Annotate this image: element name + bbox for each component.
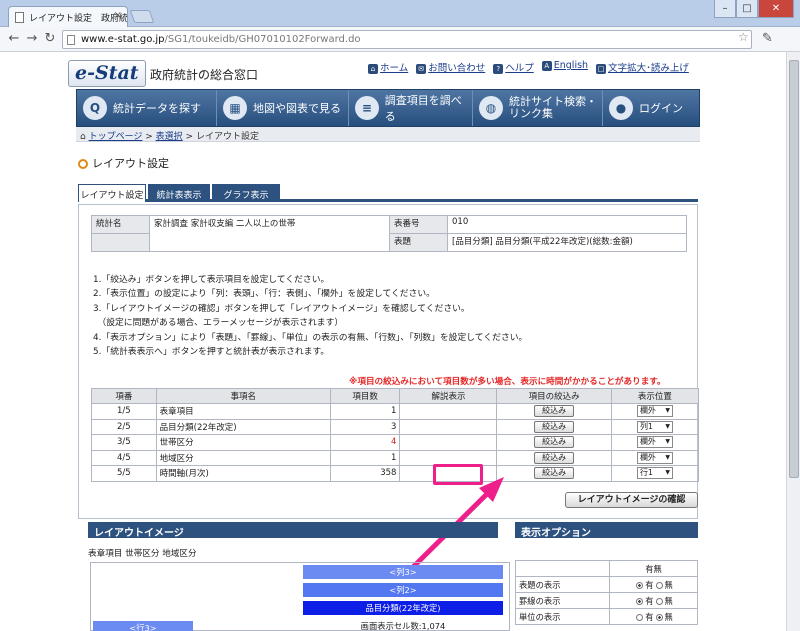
col3-label: <列3>: [303, 565, 503, 579]
display-options-header: 表示オプション: [515, 522, 698, 539]
radio-yes[interactable]: [636, 597, 644, 605]
bookmark-star-icon[interactable]: ☆: [738, 30, 749, 44]
radio-no[interactable]: [655, 613, 663, 621]
page-icon: [15, 12, 24, 23]
forward-icon[interactable]: →: [24, 31, 40, 47]
close-tab-icon[interactable]: ×: [114, 10, 122, 21]
scrollbar-thumb[interactable]: [789, 60, 799, 478]
option-row: 罫線の表示有無: [515, 592, 698, 609]
wrench-icon[interactable]: ✎: [762, 31, 773, 46]
col1-label: 品目分類(22年改定): [303, 601, 503, 615]
window-controls: – □ ✕: [714, 0, 794, 18]
back-icon[interactable]: ←: [6, 31, 22, 47]
web-page: e-Stat 政府統計の総合窓口 ⌂ ホーム ✉ お問い合わせ ? ヘルプ A Engl…: [0, 52, 786, 631]
url-host: www.e-stat.go.jp: [81, 34, 165, 45]
radio-yes[interactable]: [636, 581, 644, 589]
option-row: 単位の表示有無: [515, 608, 698, 625]
browser-tab[interactable]: レイアウト設定 政府統計 ×: [8, 6, 128, 27]
col2-label: <列2>: [303, 583, 503, 597]
new-tab-button[interactable]: [129, 10, 155, 23]
radio-no[interactable]: [655, 597, 663, 605]
row3-label: <行3>: [93, 621, 193, 631]
annotation-arrow: [402, 477, 504, 578]
address-bar[interactable]: www.e-stat.go.jp/SG1/toukeidb/GH07010102…: [62, 30, 752, 49]
maximize-icon[interactable]: □: [736, 0, 758, 18]
cell-count: 画面表示セル数:1,074: [360, 621, 446, 631]
browser-tab-strip: レイアウト設定 政府統計 × – □ ✕: [0, 0, 800, 27]
close-window-icon[interactable]: ✕: [758, 0, 794, 18]
minimize-icon[interactable]: –: [714, 0, 736, 18]
reload-icon[interactable]: ↻: [42, 31, 58, 47]
layout-image-header: レイアウトイメージ: [88, 522, 498, 539]
layout-preview: <列3> <列2> 品目分類(22年改定) 画面表示セル数:1,074 <行3>: [90, 562, 510, 631]
layout-outside-items: 表章項目 世帯区分 地域区分: [88, 549, 197, 559]
url-path: /SG1/toukeidb/GH07010102Forward.do: [164, 34, 361, 45]
browser-toolbar: ← → ↻ www.e-stat.go.jp/SG1/toukeidb/GH07…: [0, 27, 800, 52]
options-col-header: 有無: [609, 560, 698, 577]
vertical-scrollbar[interactable]: [786, 52, 800, 631]
option-row: 表題の表示有無: [515, 576, 698, 593]
options-table: 有無 表題の表示有無 罫線の表示有無 単位の表示有無: [515, 560, 698, 625]
radio-yes[interactable]: [636, 613, 644, 621]
radio-no[interactable]: [655, 581, 663, 589]
page-icon: [67, 35, 75, 45]
